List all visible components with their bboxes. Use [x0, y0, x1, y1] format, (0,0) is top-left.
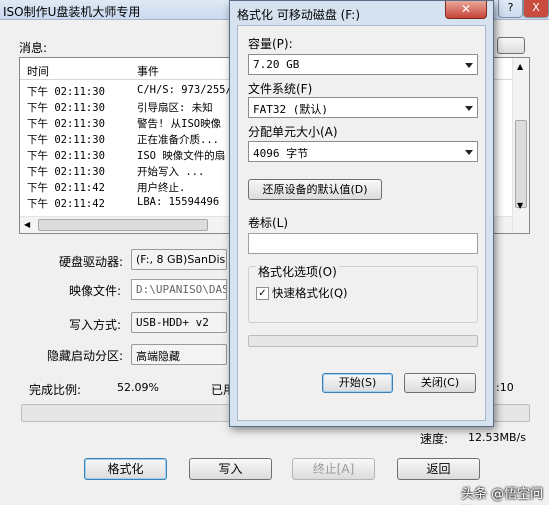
scroll-up-icon[interactable]: ▲	[517, 62, 523, 71]
close-button[interactable]: 关闭(C)	[404, 373, 476, 393]
remaining-time-value: :10	[496, 381, 514, 394]
capacity-select[interactable]: 7.20 GB	[248, 54, 478, 75]
cluster-size-select[interactable]: 4096 字节	[248, 141, 478, 162]
quick-format-checkbox[interactable]: ✓	[256, 287, 269, 300]
column-event[interactable]: 事件	[137, 63, 159, 79]
back-button[interactable]: 返回	[397, 458, 480, 480]
chevron-down-icon	[465, 106, 473, 111]
scroll-left-icon[interactable]: ◀	[24, 220, 30, 229]
hide-partition-label: 隐藏启动分区:	[47, 349, 124, 363]
volume-label-input[interactable]	[248, 233, 478, 254]
restore-defaults-button[interactable]: 还原设备的默认值(D)	[248, 179, 382, 200]
chevron-down-icon	[465, 63, 473, 68]
format-dialog: 格式化 可移动磁盘 (F:) ✕ 容量(P): 7.20 GB 文件系统(F) …	[229, 0, 494, 427]
format-progress-bar	[248, 335, 478, 347]
speed-value: 12.53MB/s	[468, 431, 526, 444]
stop-button[interactable]: 终止[A]	[292, 458, 375, 480]
horizontal-scroll-thumb[interactable]	[38, 219, 208, 231]
main-window-title: ISO制作U盘装机大师专用	[3, 5, 141, 19]
hide-partition-select[interactable]: 高端隐藏	[131, 344, 227, 365]
messages-label: 消息:	[19, 41, 48, 55]
watermark: 头条 @悟空问答	[461, 487, 544, 502]
image-file-field[interactable]: D:\UPANISO\DAS.ISO	[131, 279, 227, 300]
write-button[interactable]: 写入	[189, 458, 272, 480]
help-button[interactable]: ?	[498, 0, 523, 18]
format-button[interactable]: 格式化	[84, 458, 167, 480]
speed-label: 速度:	[420, 432, 449, 446]
dialog-title: 格式化 可移动磁盘 (F:)	[237, 8, 361, 22]
clear-log-button[interactable]	[497, 37, 525, 54]
write-mode-select[interactable]: USB-HDD+ v2	[131, 312, 227, 333]
volume-label-label: 卷标(L)	[248, 216, 289, 230]
chevron-down-icon	[465, 150, 473, 155]
format-options-label: 格式化选项(O)	[256, 263, 339, 280]
filesystem-select[interactable]: FAT32 (默认)	[248, 97, 478, 118]
completion-label: 完成比例:	[29, 383, 82, 397]
quick-format-label[interactable]: 快速格式化(Q)	[272, 285, 348, 301]
close-icon[interactable]: ✕	[445, 1, 487, 19]
main-close-button[interactable]: X	[523, 0, 549, 18]
write-mode-label: 写入方式:	[69, 318, 122, 332]
dialog-title-bar: 格式化 可移动磁盘 (F:) ✕	[230, 1, 493, 25]
column-time[interactable]: 时间	[27, 63, 49, 79]
start-button[interactable]: 开始(S)	[322, 373, 393, 393]
format-options-group: 格式化选项(O) ✓ 快速格式化(Q)	[248, 263, 478, 323]
image-file-label: 映像文件:	[69, 284, 122, 298]
scroll-down-icon[interactable]: ▼	[517, 201, 523, 210]
drive-label: 硬盘驱动器:	[59, 255, 124, 269]
drive-select[interactable]: (F:, 8 GB)SanDisk	[131, 249, 227, 270]
cluster-size-label: 分配单元大小(A)	[248, 125, 338, 139]
dialog-body: 容量(P): 7.20 GB 文件系统(F) FAT32 (默认) 分配单元大小…	[237, 25, 486, 421]
scroll-thumb[interactable]	[515, 120, 527, 208]
capacity-label: 容量(P):	[248, 37, 293, 51]
log-vertical-scrollbar[interactable]: ▲ ▼	[512, 58, 529, 233]
filesystem-label: 文件系统(F)	[248, 82, 313, 96]
completion-value: 52.09%	[117, 381, 159, 394]
